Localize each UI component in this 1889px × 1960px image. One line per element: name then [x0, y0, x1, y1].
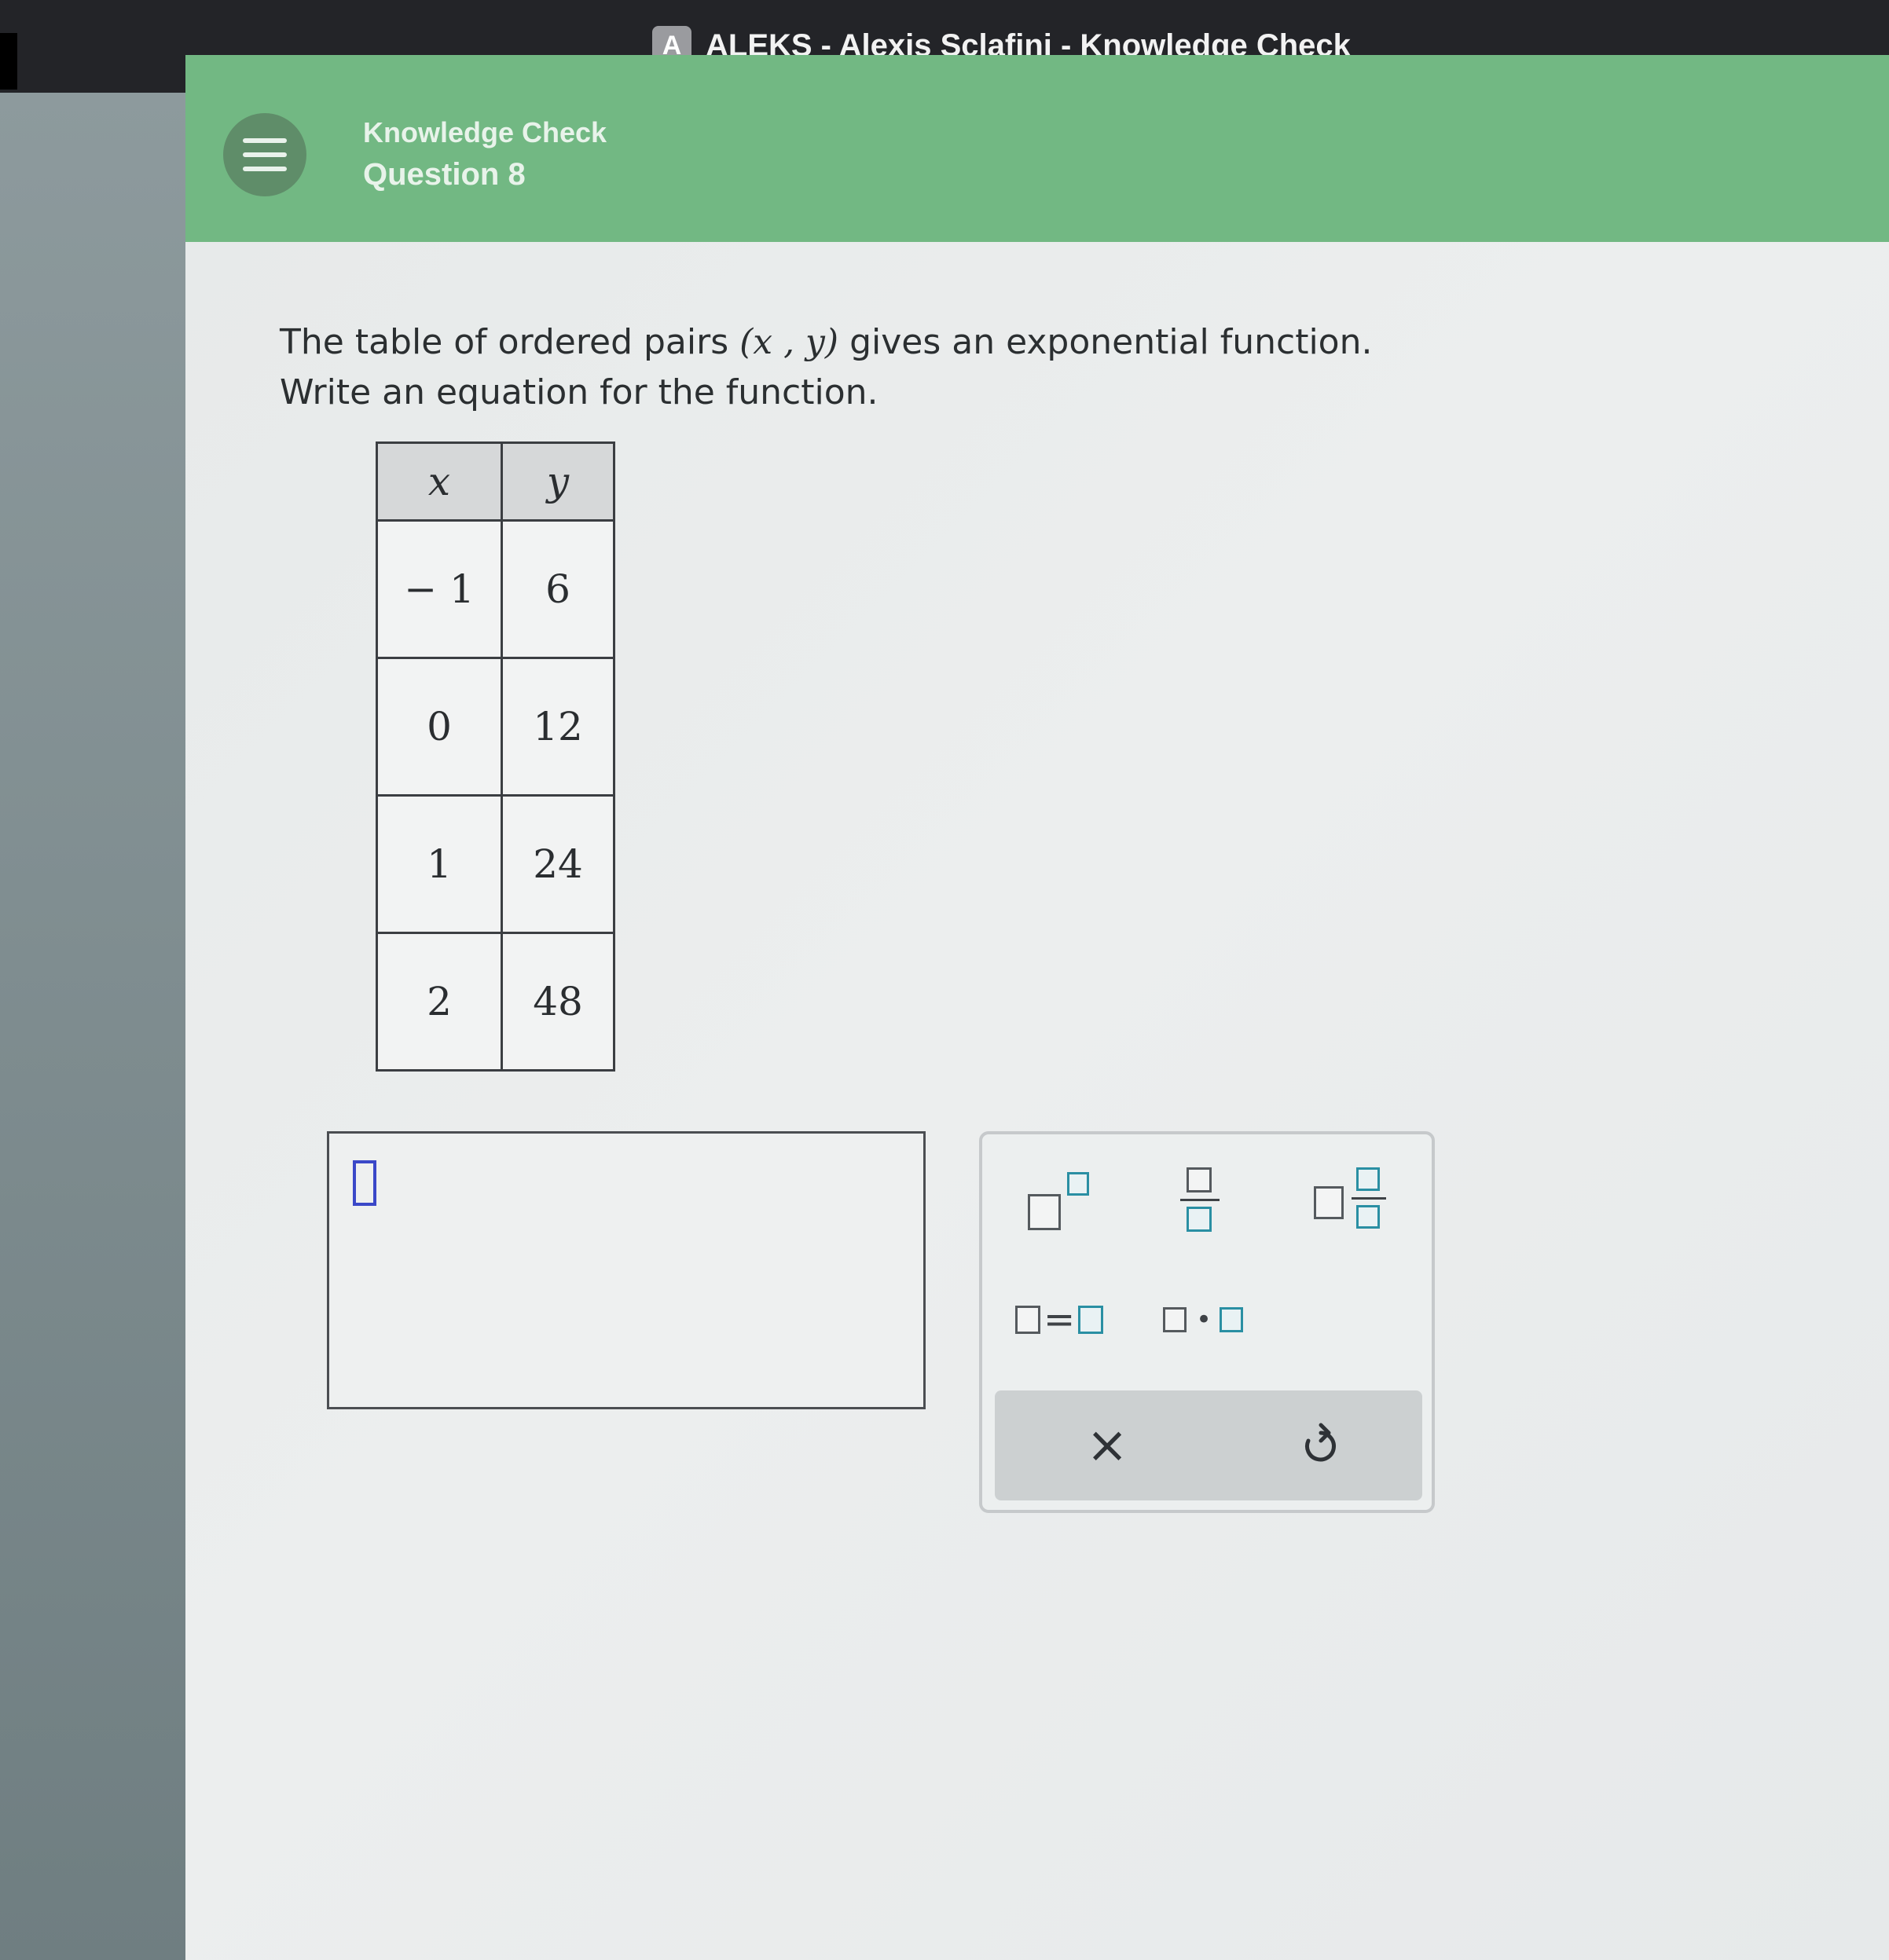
equation-button[interactable]: = [1014, 1296, 1111, 1343]
right-box-icon [1220, 1307, 1243, 1332]
table-cell-y: 12 [501, 657, 615, 797]
left-box-icon [1163, 1307, 1187, 1332]
clear-button[interactable]: × [1072, 1414, 1143, 1477]
undo-button[interactable] [1284, 1414, 1355, 1477]
table-cell-y: 24 [501, 794, 615, 934]
header-title: Knowledge Check Question 8 [363, 116, 607, 192]
table-row: − 1 6 [376, 519, 615, 659]
palette-footer: × [995, 1390, 1422, 1500]
multiply-dot-button[interactable]: • [1161, 1296, 1256, 1343]
right-box-icon [1078, 1306, 1103, 1334]
mixed-number-button[interactable] [1312, 1166, 1391, 1236]
table-row: 1 24 [376, 794, 615, 934]
question-line-1-end: gives an exponential function. [838, 322, 1373, 362]
hamburger-icon [243, 152, 287, 157]
table-cell-y: 6 [501, 519, 615, 659]
menu-button[interactable] [223, 113, 306, 196]
table-cell-x: 1 [376, 794, 503, 934]
table-header-row: x y [376, 441, 615, 522]
app-header: Knowledge Check Question 8 [185, 55, 1889, 242]
input-cursor-slot[interactable] [353, 1160, 376, 1206]
left-box-icon [1015, 1306, 1040, 1334]
table-cell-x: 0 [376, 657, 503, 797]
base-box-icon [1028, 1194, 1061, 1230]
fraction-bar-icon [1180, 1199, 1220, 1201]
ordered-pair-math: (x , y) [739, 322, 839, 362]
denominator-box-icon [1356, 1205, 1380, 1229]
question-line-2: Write an equation for the function. [280, 372, 878, 412]
hamburger-icon [243, 167, 287, 171]
window-edge [0, 33, 17, 90]
table-cell-x: 2 [376, 932, 503, 1072]
screen-margin [0, 93, 185, 1960]
exponent-box-icon [1067, 1172, 1089, 1196]
question-line-1: The table of ordered pairs (x , y) gives… [280, 317, 1372, 368]
fraction-bar-icon [1352, 1197, 1386, 1200]
table-row: 0 12 [376, 657, 615, 797]
numerator-box-icon [1187, 1167, 1212, 1192]
table-cell-y: 48 [501, 932, 615, 1072]
main-content: The table of ordered pairs (x , y) gives… [185, 242, 1889, 1960]
column-header-y: y [501, 441, 615, 522]
answer-input[interactable] [327, 1131, 926, 1409]
numerator-box-icon [1356, 1167, 1380, 1191]
whole-box-icon [1314, 1186, 1344, 1219]
column-header-x: x [376, 441, 503, 522]
question-number: Question 8 [363, 157, 526, 192]
close-icon: × [1086, 1416, 1128, 1475]
table-cell-x: − 1 [376, 519, 503, 659]
hamburger-icon [243, 138, 287, 143]
dot-operator: • [1196, 1304, 1212, 1335]
question-text: The table of ordered pairs (x , y) gives… [280, 317, 1372, 418]
math-palette: = • × [979, 1131, 1435, 1513]
question-line-1-start: The table of ordered pairs [280, 322, 740, 362]
table-row: 2 48 [376, 932, 615, 1072]
section-title: Knowledge Check [363, 116, 607, 148]
denominator-box-icon [1187, 1207, 1212, 1232]
exponent-button[interactable] [1026, 1171, 1102, 1233]
equals-sign: = [1044, 1298, 1076, 1342]
fraction-button[interactable] [1177, 1166, 1224, 1236]
undo-icon [1305, 1423, 1336, 1462]
ordered-pairs-table: x y − 1 6 0 12 1 24 2 48 [376, 441, 615, 1072]
